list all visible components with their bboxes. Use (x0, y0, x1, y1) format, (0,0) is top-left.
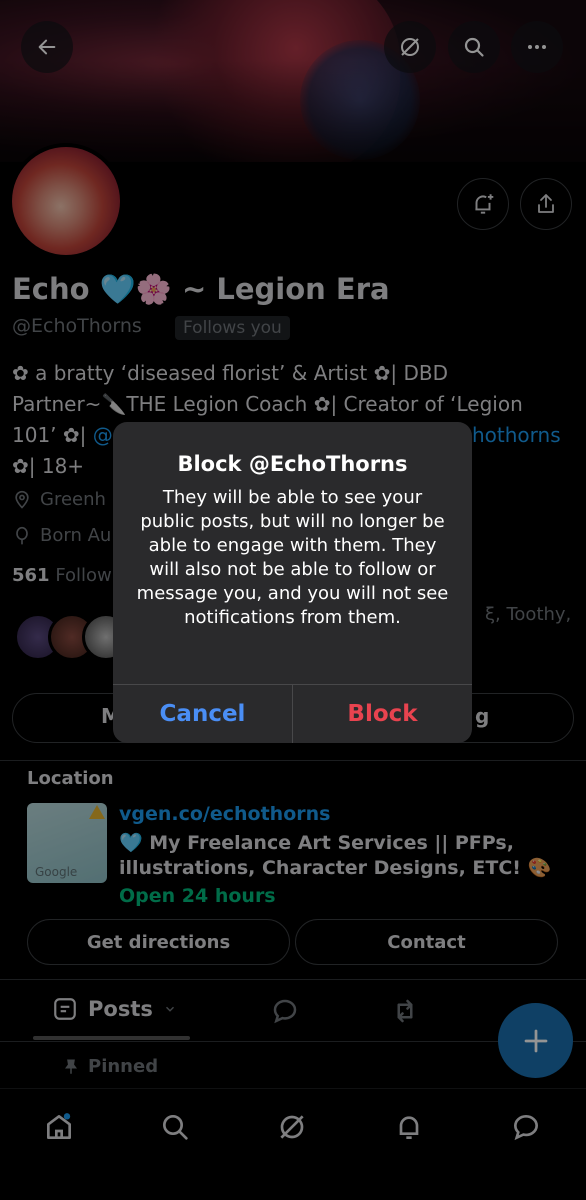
block-confirm-dialog: Block @EchoThorns They will be able to s… (113, 422, 472, 743)
dialog-title: Block @EchoThorns (177, 452, 408, 476)
dialog-message: They will be able to see your public pos… (136, 487, 449, 628)
block-button[interactable]: Block (293, 685, 472, 743)
cancel-button[interactable]: Cancel (113, 685, 292, 743)
